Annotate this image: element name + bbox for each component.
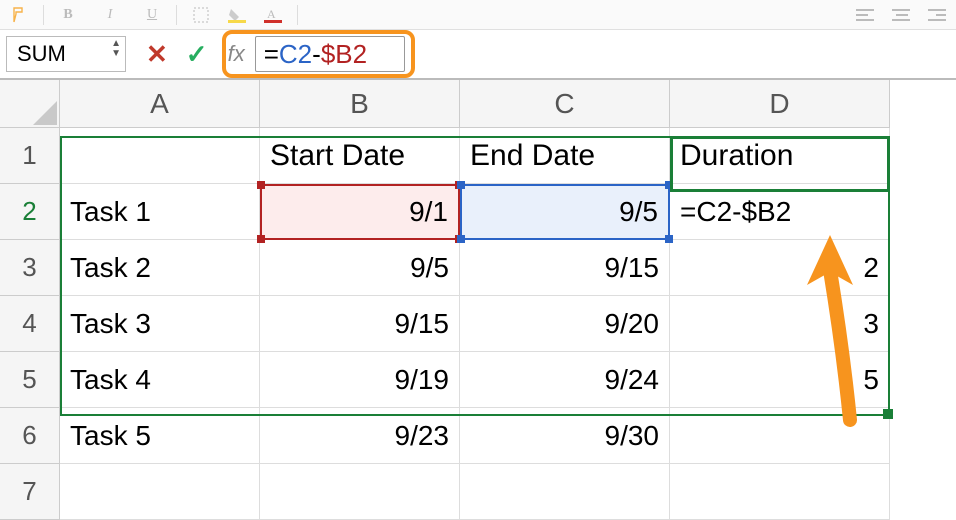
cell-B5[interactable]: 9/19 <box>260 352 460 408</box>
name-box-stepper[interactable]: ▲▼ <box>111 39 121 59</box>
cell-A4[interactable]: Task 3 <box>60 296 260 352</box>
spreadsheet-grid: 1 2 3 4 5 6 7 A B C D Start Date End Dat… <box>0 80 956 520</box>
ribbon: B I U A <box>0 0 956 30</box>
format-painter-icon[interactable] <box>10 6 28 24</box>
cell-A2[interactable]: Task 1 <box>60 184 260 240</box>
cell-C1[interactable]: End Date <box>460 128 670 184</box>
formula-highlight: fx =C2-$B2 <box>222 30 415 78</box>
formula-minus: - <box>312 39 321 70</box>
formula-bar-row: SUM ▲▼ ✕ ✓ fx =C2-$B2 <box>0 30 956 80</box>
col-header-A[interactable]: A <box>60 80 260 128</box>
cell-B1[interactable]: Start Date <box>260 128 460 184</box>
svg-text:A: A <box>267 7 276 21</box>
cell-A7[interactable] <box>60 464 260 520</box>
cell-C7[interactable] <box>460 464 670 520</box>
cell-C5[interactable]: 9/24 <box>460 352 670 408</box>
col-header-D[interactable]: D <box>670 80 890 128</box>
cell-C4[interactable]: 9/20 <box>460 296 670 352</box>
row-header-5[interactable]: 5 <box>0 352 60 408</box>
name-box[interactable]: SUM ▲▼ <box>6 36 126 72</box>
formula-ref-b2: $B2 <box>321 39 367 70</box>
bold-icon[interactable]: B <box>59 6 77 24</box>
cell-C3[interactable]: 9/15 <box>460 240 670 296</box>
accept-icon[interactable]: ✓ <box>186 39 208 70</box>
cell-A5[interactable]: Task 4 <box>60 352 260 408</box>
underline-icon[interactable]: U <box>143 6 161 24</box>
row-header-2[interactable]: 2 <box>0 184 60 240</box>
cell-D3[interactable]: 2 <box>670 240 890 296</box>
font-color-icon[interactable]: A <box>264 6 282 24</box>
cell-D7[interactable] <box>670 464 890 520</box>
cell-B2[interactable]: 9/1 <box>260 184 460 240</box>
cell-A6[interactable]: Task 5 <box>60 408 260 464</box>
align-left-icon[interactable] <box>856 6 874 24</box>
cell-A1[interactable] <box>60 128 260 184</box>
select-all-corner[interactable] <box>0 80 60 128</box>
cell-C2[interactable]: 9/5 <box>460 184 670 240</box>
fx-icon[interactable]: fx <box>228 41 245 67</box>
italic-icon[interactable]: I <box>101 6 119 24</box>
cell-B6[interactable]: 9/23 <box>260 408 460 464</box>
cell-C6[interactable]: 9/30 <box>460 408 670 464</box>
cell-D1[interactable]: Duration <box>670 128 890 184</box>
row-header-3[interactable]: 3 <box>0 240 60 296</box>
col-header-C[interactable]: C <box>460 80 670 128</box>
formula-input[interactable]: =C2-$B2 <box>255 36 405 72</box>
cell-B7[interactable] <box>260 464 460 520</box>
fill-color-icon[interactable] <box>228 6 246 24</box>
align-center-icon[interactable] <box>892 6 910 24</box>
cell-D2[interactable]: =C2-$B2 <box>670 184 890 240</box>
col-header-B[interactable]: B <box>260 80 460 128</box>
borders-icon[interactable] <box>192 6 210 24</box>
cell-D5[interactable]: 5 <box>670 352 890 408</box>
row-header-6[interactable]: 6 <box>0 408 60 464</box>
row-header-4[interactable]: 4 <box>0 296 60 352</box>
row-header-1[interactable]: 1 <box>0 128 60 184</box>
formula-eq: = <box>264 39 279 70</box>
align-right-icon[interactable] <box>928 6 946 24</box>
cell-B4[interactable]: 9/15 <box>260 296 460 352</box>
cell-D6[interactable] <box>670 408 890 464</box>
formula-ref-c2: C2 <box>279 39 312 70</box>
cell-A3[interactable]: Task 2 <box>60 240 260 296</box>
cell-D4[interactable]: 3 <box>670 296 890 352</box>
cancel-icon[interactable]: ✕ <box>146 39 168 70</box>
cell-B3[interactable]: 9/5 <box>260 240 460 296</box>
name-box-value: SUM <box>17 41 66 67</box>
row-header-7[interactable]: 7 <box>0 464 60 520</box>
